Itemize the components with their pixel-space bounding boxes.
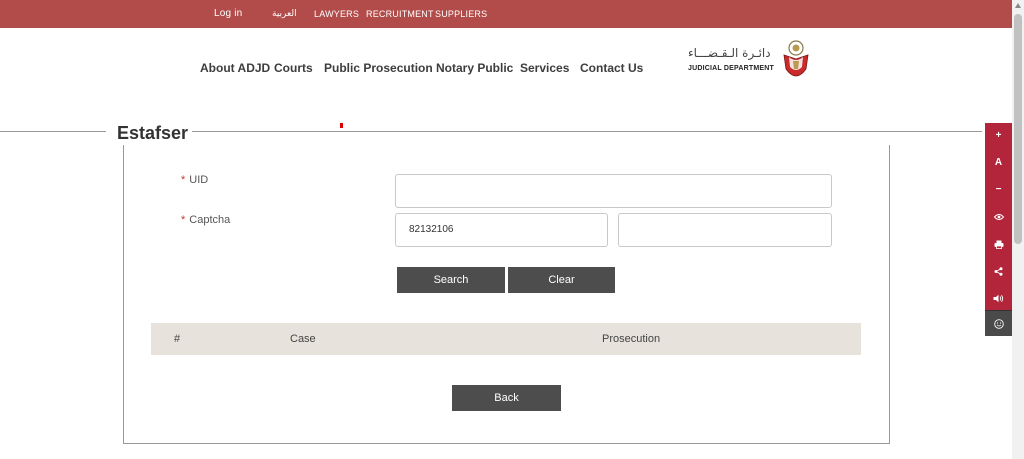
listen-button[interactable] bbox=[985, 285, 1012, 311]
captcha-label: * Captcha bbox=[181, 214, 231, 226]
eye-icon bbox=[993, 214, 1004, 220]
back-button[interactable]: Back bbox=[452, 385, 561, 411]
column-header-case: Case bbox=[290, 333, 316, 345]
feedback-button[interactable] bbox=[985, 310, 1012, 336]
falcon-emblem-icon bbox=[783, 40, 809, 77]
logo-arabic-text: دائـرة الـقـضـــاء bbox=[688, 46, 771, 60]
clear-button[interactable]: Clear bbox=[508, 267, 615, 293]
arabic-language-link[interactable]: العربية bbox=[272, 0, 297, 28]
page-scrollbar[interactable] bbox=[1012, 0, 1024, 459]
nav-item-courts[interactable]: Courts bbox=[274, 61, 313, 75]
nav-item-about[interactable]: About ADJD bbox=[200, 61, 270, 75]
nav-item-contact-us[interactable]: Contact Us bbox=[580, 61, 643, 75]
captcha-input[interactable] bbox=[618, 213, 832, 247]
smiley-icon bbox=[993, 319, 1004, 329]
nav-item-notary-public[interactable]: Notary Public bbox=[436, 61, 513, 75]
red-marker bbox=[340, 123, 343, 128]
print-icon bbox=[994, 240, 1003, 249]
share-icon bbox=[994, 267, 1003, 276]
page-title: Estafser bbox=[117, 123, 189, 143]
judicial-department-logo[interactable]: دائـرة الـقـضـــاء JUDICIAL DEPARTMENT bbox=[686, 38, 816, 88]
decrease-font-button[interactable]: − bbox=[985, 177, 1012, 203]
accessibility-toolbar: + A − bbox=[985, 123, 1012, 336]
results-table-header: # Case Prosecution bbox=[151, 323, 861, 355]
top-bar: Log in العربية LAWYERS RECRUITMENT SUPPL… bbox=[0, 0, 1012, 28]
print-button[interactable] bbox=[985, 231, 1012, 257]
uid-label: * UID bbox=[181, 174, 209, 186]
logo-english-text: JUDICIAL DEPARTMENT bbox=[688, 65, 774, 72]
uid-input[interactable] bbox=[395, 174, 832, 208]
heading-divider-left bbox=[0, 131, 106, 132]
lawyers-link[interactable]: LAWYERS bbox=[314, 0, 359, 28]
increase-font-button[interactable]: + bbox=[985, 123, 1012, 149]
share-button[interactable] bbox=[985, 258, 1012, 284]
column-header-number: # bbox=[174, 333, 181, 345]
search-button[interactable]: Search bbox=[397, 267, 505, 293]
scroll-up-arrow-icon[interactable] bbox=[1015, 3, 1021, 8]
nav-item-public-prosecution[interactable]: Public Prosecution bbox=[324, 61, 433, 75]
scrollbar-thumb[interactable] bbox=[1014, 14, 1022, 244]
heading-divider-right bbox=[192, 131, 982, 132]
contrast-button[interactable] bbox=[985, 204, 1012, 230]
recruitment-link[interactable]: RECRUITMENT bbox=[366, 0, 434, 28]
reset-font-button[interactable]: A bbox=[985, 150, 1012, 176]
nav-item-services[interactable]: Services bbox=[520, 61, 569, 75]
login-link[interactable]: Log in bbox=[214, 0, 242, 28]
main-nav: About ADJD Courts Public Prosecution Not… bbox=[0, 28, 1012, 118]
captcha-code-display: 82132106 bbox=[395, 213, 608, 247]
suppliers-link[interactable]: SUPPLIERS bbox=[435, 0, 487, 28]
speaker-icon bbox=[993, 294, 1004, 303]
column-header-prosecution: Prosecution bbox=[602, 333, 661, 345]
